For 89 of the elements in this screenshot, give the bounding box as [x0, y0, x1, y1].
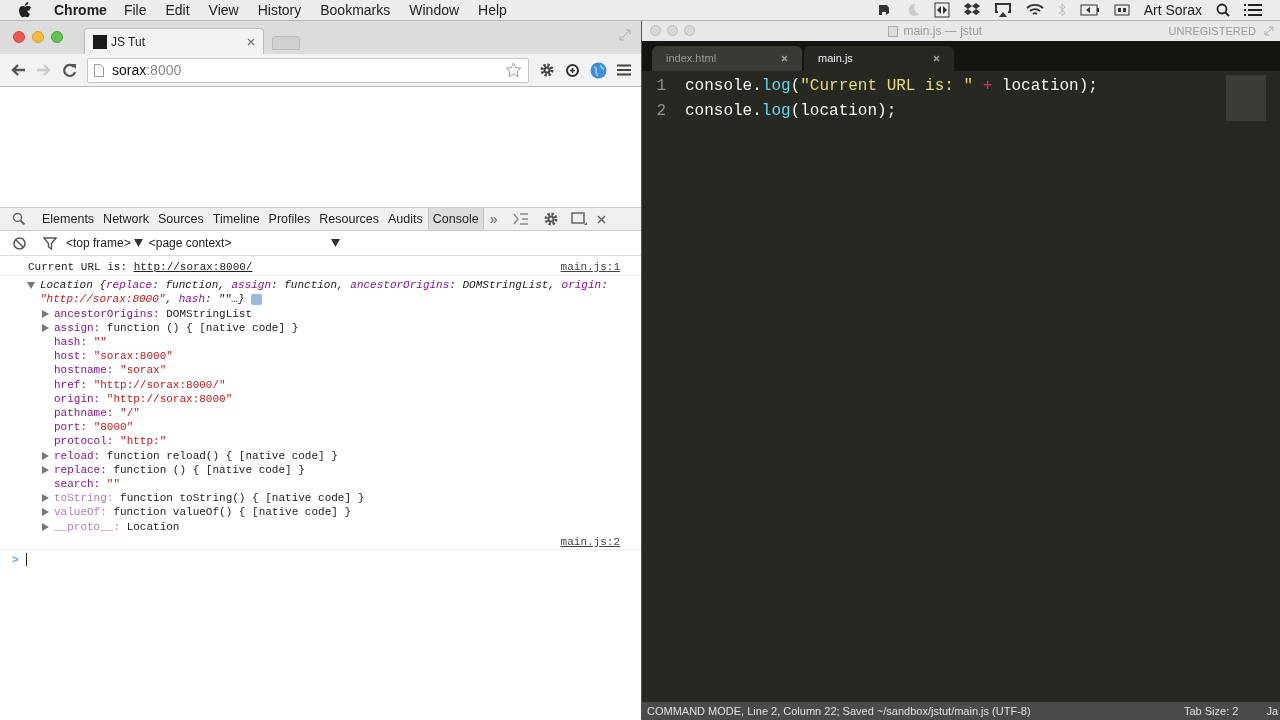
close-window-button[interactable]: [13, 31, 25, 43]
property-line: origin: "http://sorax:8000": [53, 391, 233, 407]
close-tab-icon[interactable]: [781, 55, 788, 62]
property-line[interactable]: toString: function toString() { [native code] }: [52, 491, 365, 506]
settings-icon[interactable]: [539, 62, 555, 78]
property-line[interactable]: ancestorOrigins: DOMStringList: [52, 306, 253, 321]
filter-icon[interactable]: [43, 236, 57, 250]
syntax-selector[interactable]: Ja: [1266, 702, 1278, 720]
line-number: 2: [655, 101, 667, 122]
star-icon[interactable]: [505, 62, 522, 78]
console-prompt: >: [12, 553, 19, 568]
devtools-tab[interactable]: Audits: [384, 208, 427, 230]
display-icon[interactable]: [1113, 4, 1130, 16]
property-line: host: "sorax:8000": [53, 349, 173, 364]
editor-tab[interactable]: index.html: [652, 46, 802, 71]
settings-icon[interactable]: [543, 211, 560, 227]
menu-item[interactable]: Window: [409, 0, 460, 21]
back-arrow-icon[interactable]: [10, 63, 26, 77]
document-icon: [888, 25, 899, 37]
app-menu[interactable]: Chrome: [54, 0, 107, 21]
line-number: 1: [655, 76, 667, 97]
list-icon[interactable]: [1244, 3, 1262, 17]
devtools-tab[interactable]: Network: [99, 208, 153, 230]
airplay-icon[interactable]: [993, 2, 1012, 18]
url-text[interactable]: sorax:8000: [112, 61, 182, 78]
context-selector[interactable]: <page context>: [148, 234, 331, 252]
menu-item[interactable]: Help: [478, 0, 507, 21]
property-line: port: "8000": [53, 420, 134, 435]
drawer-icon[interactable]: [513, 213, 530, 225]
code-line: console.log("Current URL is: " + location);: [684, 76, 1098, 97]
dropbox-icon[interactable]: [963, 2, 980, 18]
dock-icon[interactable]: [571, 212, 588, 226]
close-icon[interactable]: [597, 214, 607, 224]
menu-item[interactable]: History: [257, 0, 302, 21]
source-link[interactable]: main.js:1: [560, 260, 620, 275]
log-message: Current URL is: http://sorax:8000/: [28, 260, 254, 275]
menu-item[interactable]: View: [208, 0, 239, 21]
frame-selector[interactable]: <top frame>: [66, 234, 131, 252]
close-tab-icon[interactable]: [933, 55, 940, 62]
property-line: search: "": [53, 477, 121, 492]
property-line[interactable]: assign: function () { [native code] }: [52, 320, 299, 335]
property-line[interactable]: replace: function () { [native code] }: [52, 462, 305, 478]
object-summary[interactable]: Location {replace: function, assign: function, ancestorOrigins: DOMStringList, origin: "http://sorax:8000", hash: ""…}: [37, 278, 620, 307]
text-cursor: [25, 553, 27, 567]
wifi-icon[interactable]: [1025, 3, 1044, 17]
property-line: hash: "": [53, 335, 107, 350]
menu-icon[interactable]: [617, 64, 631, 76]
menu-item[interactable]: Bookmarks: [320, 0, 391, 21]
dropdown-caret-icon[interactable]: [133, 239, 143, 247]
property-line[interactable]: __proto__: Location: [52, 519, 180, 534]
devtools-tab[interactable]: Console: [427, 208, 484, 230]
dropdown-caret-icon[interactable]: [330, 239, 340, 247]
tab-title: JS Tut: [111, 33, 146, 51]
devtools-tab[interactable]: Elements: [38, 208, 99, 230]
address-bar[interactable]: sorax:8000: [87, 57, 529, 83]
devtools-tab[interactable]: Timeline: [208, 208, 264, 230]
more-tabs-button[interactable]: »: [489, 208, 498, 230]
sync-icon[interactable]: [565, 62, 580, 78]
property-line[interactable]: valueOf: function valueOf() { [native code] }: [52, 505, 352, 520]
favicon-icon: [93, 34, 107, 49]
window-title: main.js — jstut: [903, 23, 983, 40]
close-tab-icon[interactable]: [247, 37, 255, 46]
url-link[interactable]: http://sorax:8000/: [133, 261, 253, 273]
globe-icon[interactable]: [590, 61, 607, 79]
menu-item[interactable]: Edit: [165, 0, 190, 21]
devtools-tab[interactable]: Sources: [153, 208, 208, 230]
apple-logo-icon[interactable]: [18, 2, 32, 18]
property-line[interactable]: reload: function reload() { [native code] }: [52, 448, 338, 463]
clear-console-icon[interactable]: [13, 236, 26, 250]
user-name[interactable]: Art Sorax: [1143, 0, 1202, 21]
browser-tab[interactable]: JS Tut: [84, 28, 264, 54]
devtools-tab[interactable]: Resources: [315, 208, 384, 230]
reload-icon[interactable]: [62, 62, 77, 78]
split-arrows-icon[interactable]: [933, 2, 950, 18]
battery-icon[interactable]: [1079, 4, 1100, 16]
search-icon[interactable]: [1216, 3, 1230, 17]
code-line: console.log(location);: [684, 101, 897, 122]
license-status: UNREGISTERED: [1168, 23, 1256, 39]
editor-tab[interactable]: main.js: [804, 46, 954, 71]
source-link[interactable]: main.js:2: [560, 534, 620, 550]
page-icon: [94, 63, 104, 77]
menu-item[interactable]: File: [123, 0, 147, 21]
devtools-tab[interactable]: Profiles: [264, 208, 315, 230]
tab-size-selector[interactable]: Tab Size: 2: [1183, 702, 1239, 720]
property-line: hostname: "sorax": [53, 363, 167, 378]
property-line: pathname: "/": [53, 406, 140, 421]
property-line: href: "http://sorax:8000/": [53, 377, 226, 392]
status-text: COMMAND MODE, Line 2, Column 22; Saved ~/sandbox/jstut/main.js (UTF-8): [647, 703, 1031, 719]
property-line: protocol: "http:": [53, 434, 167, 449]
